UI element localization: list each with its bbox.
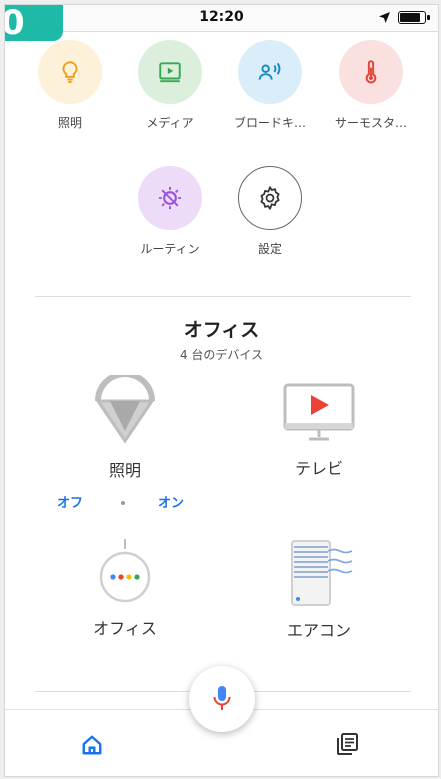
shortcut-settings[interactable]: 設定 <box>225 166 315 257</box>
shortcut-lights[interactable]: 照明 <box>25 40 115 131</box>
device-lights-label: 照明 <box>108 461 141 480</box>
battery-icon <box>398 11 430 24</box>
lights-off-button[interactable]: オフ <box>57 492 83 511</box>
shortcut-lights-circle <box>38 40 102 104</box>
air-conditioner-icon <box>291 540 353 606</box>
step-badge: 0 <box>5 5 63 41</box>
voice-assistant-button[interactable] <box>189 666 255 732</box>
shortcut-media[interactable]: メディア <box>125 40 215 131</box>
device-tv-label: テレビ <box>294 459 343 478</box>
shortcut-thermostat[interactable]: サーモスタ… <box>326 40 416 131</box>
separator-dot <box>121 501 125 505</box>
ceiling-lamp-icon <box>95 371 155 444</box>
device-air-conditioner-label: エアコン <box>286 621 351 640</box>
thermostat-icon <box>365 60 377 84</box>
shortcut-broadcast-label: ブロードキ… <box>233 116 306 130</box>
location-arrow-icon <box>379 12 390 23</box>
gear-icon <box>260 186 280 210</box>
device-air-conditioner[interactable]: エアコン <box>249 537 389 641</box>
shortcut-media-circle <box>138 40 202 104</box>
shortcut-settings-label: 設定 <box>257 242 282 256</box>
shortcut-broadcast-circle <box>238 40 302 104</box>
room-title: オフィス <box>183 319 260 341</box>
google-home-mini-icon <box>99 539 151 603</box>
device-office-speaker-label: オフィス <box>93 619 157 638</box>
shortcut-routines[interactable]: ルーティン <box>125 166 215 257</box>
section-divider <box>35 296 411 297</box>
shortcut-thermostat-circle <box>339 40 403 104</box>
lights-on-button[interactable]: オン <box>158 492 184 511</box>
routine-icon <box>158 186 182 210</box>
shortcut-routines-circle <box>138 166 202 230</box>
nav-feed-button[interactable] <box>335 732 359 760</box>
broadcast-icon <box>258 62 281 80</box>
media-play-icon <box>159 62 181 83</box>
shortcut-thermostat-label: サーモスタ… <box>334 116 407 130</box>
device-lights[interactable]: 照明 <box>55 371 195 481</box>
status-bar: 12:20 <box>5 5 438 32</box>
shortcut-routines-label: ルーティン <box>140 242 200 256</box>
shortcut-lights-label: 照明 <box>57 116 82 130</box>
shortcut-media-label: メディア <box>146 116 194 130</box>
shortcut-broadcast[interactable]: ブロードキ… <box>225 40 315 131</box>
nav-home-button[interactable] <box>81 734 103 760</box>
device-tv[interactable]: テレビ <box>249 383 389 479</box>
home-icon <box>82 735 102 755</box>
app-screen: 12:20 0 照明 メディア <box>4 4 439 777</box>
status-icons <box>379 11 430 24</box>
room-device-count: 4 台のデバイス <box>179 348 264 362</box>
microphone-icon <box>213 686 231 710</box>
shortcut-settings-circle <box>238 166 302 230</box>
status-time: 12:20 <box>199 9 244 25</box>
feed-icon <box>337 733 358 755</box>
lightbulb-icon <box>62 61 78 83</box>
device-office-speaker[interactable]: オフィス <box>55 537 195 639</box>
step-badge-number: 0 <box>5 5 25 41</box>
tv-icon <box>283 383 355 441</box>
